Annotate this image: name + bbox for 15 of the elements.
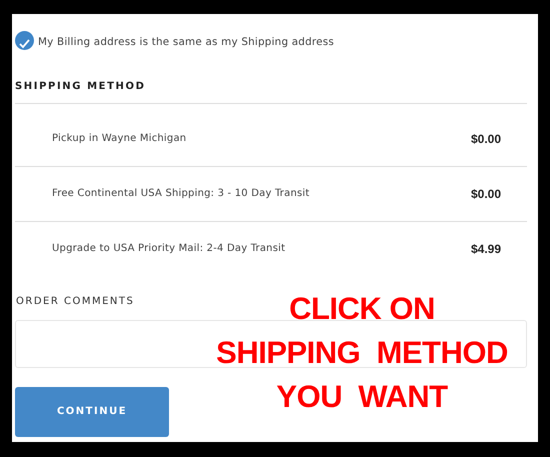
continue-button[interactable]: CONTINUE	[15, 386, 169, 437]
checkbox[interactable]	[15, 31, 34, 50]
shipping-option[interactable]: Upgrade to USA Priority Mail: 2-4 Day Transit	[52, 241, 471, 256]
field-label: ORDER COMMENTS	[16, 294, 134, 309]
price: $0.00	[470, 130, 501, 148]
annotation-text: CLICK ON	[289, 290, 435, 328]
annotation-text: YOU WANT	[276, 378, 448, 416]
comments-field[interactable]	[15, 320, 527, 368]
shipping-option[interactable]: Free Continental USA Shipping: 3 - 10 Day Transit	[52, 186, 471, 202]
annotation-text: SHIPPING METHOD	[216, 334, 508, 372]
shipping-option[interactable]: Pickup in Wayne Michigan	[52, 131, 471, 146]
price: $0.00	[470, 186, 501, 203]
section-heading: SHIPPING METHOD	[15, 80, 147, 94]
price: $4.99	[470, 240, 501, 258]
checkbox-label[interactable]: My Billing address is the same as my Shipping address	[38, 35, 334, 51]
